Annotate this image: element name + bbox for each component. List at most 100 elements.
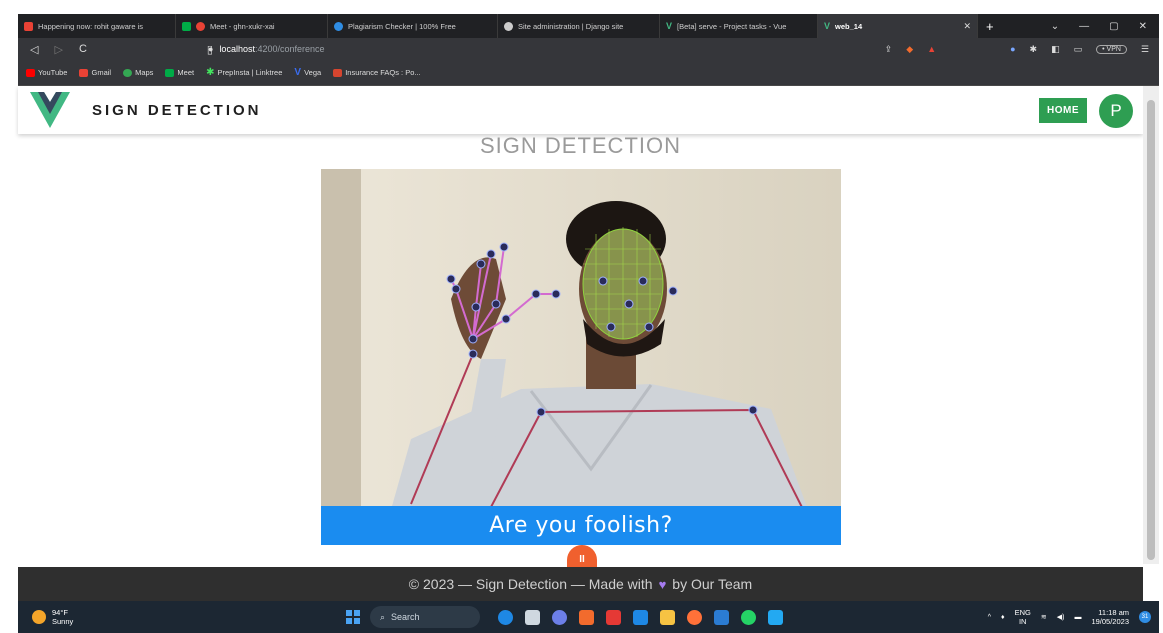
bookmark-insurance[interactable]: Insurance FAQs : Po...: [333, 68, 421, 77]
gmail-icon: [24, 21, 33, 31]
taskbar-search[interactable]: ⌕ Search: [370, 606, 480, 628]
puzzle-icon[interactable]: ✱: [1030, 44, 1038, 55]
bookmark-vega[interactable]: V Vega: [294, 67, 321, 78]
page-title: SIGN DETECTION: [479, 133, 681, 158]
word-icon[interactable]: [714, 609, 729, 625]
heart-icon: ♥: [658, 576, 667, 592]
tab-label: Plagiarism Checker | 100% Free: [348, 21, 456, 31]
recording-icon: [196, 21, 205, 31]
pause-button[interactable]: II: [567, 545, 597, 567]
reload-icon[interactable]: C: [79, 43, 87, 56]
page-footer: © 2023 — Sign Detection — Made with ♥ by…: [18, 567, 1143, 601]
scrollbar-thumb[interactable]: [1147, 100, 1155, 560]
menu-icon[interactable]: ☰: [1141, 44, 1149, 55]
extensions-area: ⇪ ◆ ▲ ● ✱ ◧ ▭ • VPN ☰: [885, 44, 1159, 55]
l-app-icon[interactable]: [633, 609, 648, 625]
browser-tab-strip: Happening now: rohit gaware is Meet - gh…: [18, 14, 1159, 38]
time: 11:18 am: [1098, 608, 1129, 617]
edge-icon[interactable]: [498, 609, 513, 625]
windows-start-icon[interactable]: [346, 610, 360, 624]
bookmark-prepinsta[interactable]: ✱ PrepInsta | Linktree: [206, 67, 282, 78]
pdf-icon[interactable]: [606, 609, 621, 625]
vue-logo-icon[interactable]: [28, 90, 72, 130]
close-window-icon[interactable]: ✕: [1139, 21, 1147, 32]
url-bar[interactable]: ● localhost:4200/conference: [208, 44, 848, 54]
restore-icon[interactable]: ▢: [1109, 21, 1118, 32]
tab-label: [Beta] serve - Project tasks - Vue: [677, 21, 787, 31]
sidebar-icon[interactable]: ◧: [1051, 44, 1060, 55]
taskbar-apps: [498, 609, 783, 625]
tab-vue-project[interactable]: V [Beta] serve - Project tasks - Vue: [660, 14, 818, 38]
camera-frame-image: [321, 169, 841, 545]
insurance-icon: [333, 68, 343, 77]
firefox-icon[interactable]: [687, 609, 702, 625]
weather-widget[interactable]: 94°F Sunny: [32, 608, 332, 626]
gmail-icon: [79, 68, 89, 77]
tab-label: Happening now: rohit gaware is: [38, 21, 144, 31]
tab-gmail[interactable]: Happening now: rohit gaware is: [18, 14, 176, 38]
close-icon[interactable]: ✕: [963, 21, 971, 32]
page-scrollbar[interactable]: [1143, 86, 1159, 564]
bookmarks-bar: YouTube Gmail Maps Meet ✱ PrepInsta | Lin…: [18, 60, 1159, 86]
vue-icon: V: [666, 21, 673, 31]
page-header: SIGN DETECTION HOME P: [18, 86, 1143, 134]
chat-icon[interactable]: [552, 609, 567, 625]
url-host: localhost: [219, 44, 255, 54]
wifi-icon[interactable]: ≋: [1041, 613, 1047, 621]
back-icon[interactable]: ◁: [30, 43, 38, 56]
avatar[interactable]: P: [1099, 94, 1133, 128]
bookmark-youtube[interactable]: YouTube: [26, 68, 67, 77]
tab-web-14[interactable]: V web_14 ✕: [818, 14, 978, 38]
search-label: Search: [391, 612, 420, 622]
prediction-caption: Are you foolish?: [321, 506, 841, 545]
battery-icon[interactable]: ▬: [1074, 614, 1081, 621]
rewards-icon[interactable]: ▲: [927, 44, 936, 54]
tab-meet[interactable]: Meet - ghn-xukr-xai: [176, 14, 328, 38]
date: 19/05/2023: [1091, 617, 1129, 626]
vscode-icon[interactable]: [768, 609, 783, 625]
webcam-feed: [321, 169, 841, 545]
sun-icon: [32, 610, 46, 624]
url-path: :4200/conference: [254, 44, 325, 54]
tab-label: web_14: [835, 21, 863, 31]
language-indicator[interactable]: ENG IN: [1015, 608, 1031, 626]
home-button[interactable]: HOME: [1039, 98, 1087, 123]
nav-buttons: ◁ ▷ C ▯: [18, 43, 213, 56]
share-icon[interactable]: ⇪: [885, 44, 893, 55]
minimize-icon[interactable]: —: [1079, 21, 1089, 32]
footer-prefix: © 2023 — Sign Detection — Made with: [408, 576, 653, 592]
clock[interactable]: 11:18 am 19/05/2023: [1091, 608, 1129, 626]
tab-django[interactable]: Site administration | Django site: [498, 14, 660, 38]
new-tab-button[interactable]: +: [978, 19, 1002, 34]
maps-icon: [123, 68, 133, 77]
bookmark-maps[interactable]: Maps: [123, 68, 153, 77]
meet-icon: [165, 68, 175, 77]
folder-icon[interactable]: [660, 609, 675, 625]
whatsapp-icon[interactable]: [741, 609, 756, 625]
youtube-icon: [26, 68, 35, 77]
bookmark-gmail[interactable]: Gmail: [79, 68, 111, 77]
linktree-icon: ✱: [206, 67, 215, 78]
vpn-button[interactable]: • VPN: [1096, 44, 1127, 54]
wallet-icon[interactable]: ▭: [1074, 44, 1083, 55]
volume-icon[interactable]: ◀): [1057, 613, 1065, 621]
extension-icon[interactable]: ●: [1010, 44, 1015, 54]
bookmark-meet[interactable]: Meet: [165, 68, 194, 77]
forward-icon[interactable]: ▷: [54, 43, 62, 56]
site-info-icon[interactable]: ●: [208, 44, 213, 54]
address-bar-row: ◁ ▷ C ▯ ● localhost:4200/conference ⇪ ◆ …: [18, 38, 1159, 60]
window-controls: ⌄ — ▢ ✕: [1051, 21, 1159, 32]
vue-icon: V: [824, 21, 831, 31]
chevron-up-icon[interactable]: ^: [988, 614, 991, 621]
brave-shield-icon[interactable]: ◆: [906, 44, 913, 55]
brave-icon[interactable]: [579, 609, 594, 625]
plagiarism-icon: [334, 21, 343, 31]
tab-plagiarism[interactable]: Plagiarism Checker | 100% Free: [328, 14, 498, 38]
chevron-down-icon[interactable]: ⌄: [1051, 21, 1059, 32]
mic-icon[interactable]: ♦: [1001, 614, 1005, 621]
pause-icon: II: [579, 554, 585, 565]
notification-badge[interactable]: 31: [1139, 611, 1151, 623]
meet-icon: [182, 21, 191, 31]
system-tray: ^ ♦ ENG IN ≋ ◀) ▬ 11:18 am 19/05/2023 31: [988, 608, 1159, 626]
task-view-icon[interactable]: [525, 609, 540, 625]
